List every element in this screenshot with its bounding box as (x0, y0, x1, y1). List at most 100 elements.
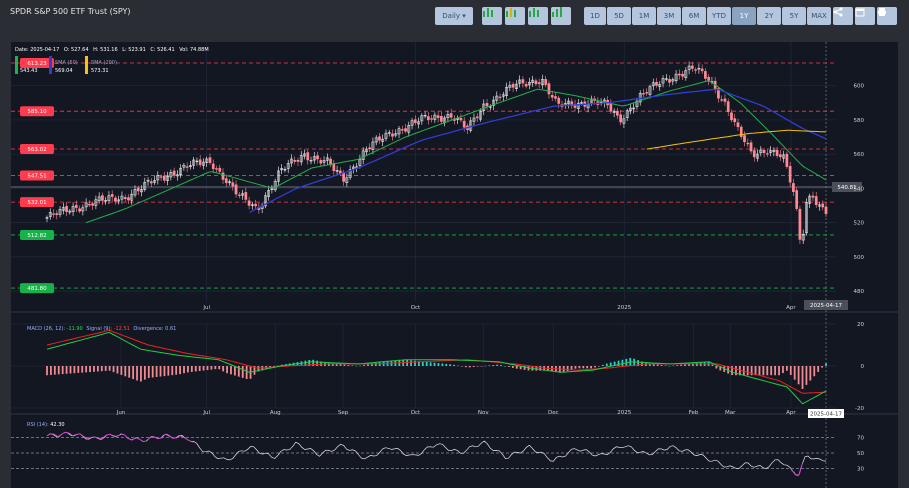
sma50-line (249, 88, 827, 213)
macd-histogram-bar (621, 359, 624, 366)
drawing-tools-icon[interactable] (528, 7, 548, 25)
candle-down (723, 98, 727, 102)
range-1m[interactable]: 1M (632, 7, 656, 25)
macd-xtick-label: Aug (270, 410, 281, 416)
candle-down (218, 167, 222, 172)
macd-histogram-bar (578, 366, 581, 369)
macd-histogram-bar (112, 366, 115, 373)
macd-histogram-bar (590, 366, 593, 369)
candle-down (400, 129, 404, 131)
macd-histogram-bar (449, 364, 452, 366)
macd-histogram-bar (594, 366, 596, 368)
chart-area[interactable]: 613.23 585.10 563.02 547.51 532.01 512.82 481.… (11, 42, 898, 488)
range-5d[interactable]: 5D (607, 7, 631, 25)
range-6m[interactable]: 6M (682, 7, 706, 25)
macd-xtick-label: Feb (689, 410, 699, 416)
macd-histogram-bar (155, 366, 158, 378)
macd-histogram-bar (789, 366, 792, 376)
macd-histogram-bar (53, 366, 56, 375)
candle-down (795, 190, 799, 209)
macd-histogram-bar (758, 366, 761, 376)
range-ytd[interactable]: YTD (707, 7, 731, 25)
macd-histogram-bar (218, 366, 221, 370)
candle-down (440, 116, 443, 122)
macd-histogram-bar (817, 366, 820, 372)
candle-down (427, 116, 430, 121)
range-5y[interactable]: 5Y (782, 7, 806, 25)
compare-icon[interactable] (551, 7, 571, 25)
macd-histogram-bar (813, 366, 816, 377)
range-1d[interactable]: 1D (584, 7, 606, 25)
macd-histogram-bar (136, 366, 138, 381)
macd-histogram-bar (163, 366, 166, 377)
candle-down (730, 112, 733, 121)
price-xtick-label: 2025 (617, 305, 631, 311)
macd-histogram-bar (782, 366, 784, 374)
candle-down (123, 197, 127, 199)
macd-xtick-label: Dec (548, 410, 559, 416)
range-2y[interactable]: 2Y (757, 7, 781, 25)
candle-down (557, 97, 561, 104)
toolbar: Daily ▾ 1D 5D 1M 3M 6M YTD 1Y 2Y 5Y MAX (0, 7, 909, 25)
macd-tick-label: -20 (855, 406, 864, 412)
print-icon[interactable] (877, 7, 897, 25)
candle-down (788, 166, 792, 183)
macd-histogram-bar (355, 365, 358, 367)
candle-down (462, 120, 466, 128)
share-icon[interactable] (833, 7, 853, 25)
price-tick-label: 480 (854, 289, 865, 295)
candle-down (550, 95, 554, 98)
candle-down (746, 142, 750, 145)
macd-xtick-label: Sep (338, 410, 349, 416)
macd-histogram-bar (140, 366, 142, 382)
candle-down (537, 82, 541, 85)
macd-histogram-bar (50, 366, 52, 375)
candle-down (342, 172, 345, 182)
candle-down (319, 160, 323, 164)
interval-dropdown[interactable]: Daily ▾ (435, 7, 473, 25)
macd-histogram-bar (476, 366, 479, 367)
range-1y[interactable]: 1Y (732, 7, 756, 25)
candle-down (765, 153, 769, 155)
candle-down (707, 76, 711, 81)
candle-down (55, 213, 59, 216)
macd-xtick-label: Jun (116, 410, 126, 416)
macd-histogram-bar (461, 366, 463, 367)
macd-histogram-bar (445, 363, 448, 366)
candle-down (208, 157, 212, 163)
macd-histogram-bar (104, 366, 107, 371)
chart-type-icon[interactable] (482, 7, 502, 25)
macd-xtick-label: Apr (786, 410, 796, 416)
macd-histogram-bar (508, 366, 510, 367)
macd-histogram-bar (65, 366, 68, 374)
range-3m[interactable]: 3M (657, 7, 681, 25)
candle-down (211, 163, 215, 170)
rsi-legend: RSI (14): 42.30 (27, 422, 65, 428)
macd-histogram-bar (339, 364, 342, 366)
macd-histogram-bar (206, 366, 209, 371)
macd-histogram-bar (347, 364, 350, 366)
candle-down (655, 82, 658, 86)
price-xtick-label: Jul (202, 305, 210, 311)
chart-svg[interactable]: 613.23 585.10 563.02 547.51 532.01 512.82 481.… (11, 42, 898, 488)
candle-down (824, 206, 828, 214)
candle-down (752, 150, 756, 158)
macd-histogram-bar (437, 363, 440, 366)
macd-histogram-bar (316, 360, 319, 366)
indicator-icon[interactable] (505, 7, 525, 25)
candle-down (172, 170, 176, 176)
macd-histogram-bar (171, 366, 174, 376)
macd-histogram-bar (472, 366, 475, 367)
range-max[interactable]: MAX (807, 7, 831, 25)
macd-histogram-bar (190, 366, 193, 372)
macd-histogram-bar (147, 366, 150, 378)
candle-down (436, 115, 440, 118)
price-xtick-label: Oct (411, 305, 421, 311)
candle-down (244, 192, 248, 200)
calendar-icon[interactable] (855, 7, 875, 25)
candle-down (534, 80, 538, 85)
macd-xtick-label: Oct (411, 410, 421, 416)
candle-down (198, 159, 202, 166)
current-date-label: 2025-04-17 (810, 303, 842, 309)
candle-down (681, 73, 684, 77)
